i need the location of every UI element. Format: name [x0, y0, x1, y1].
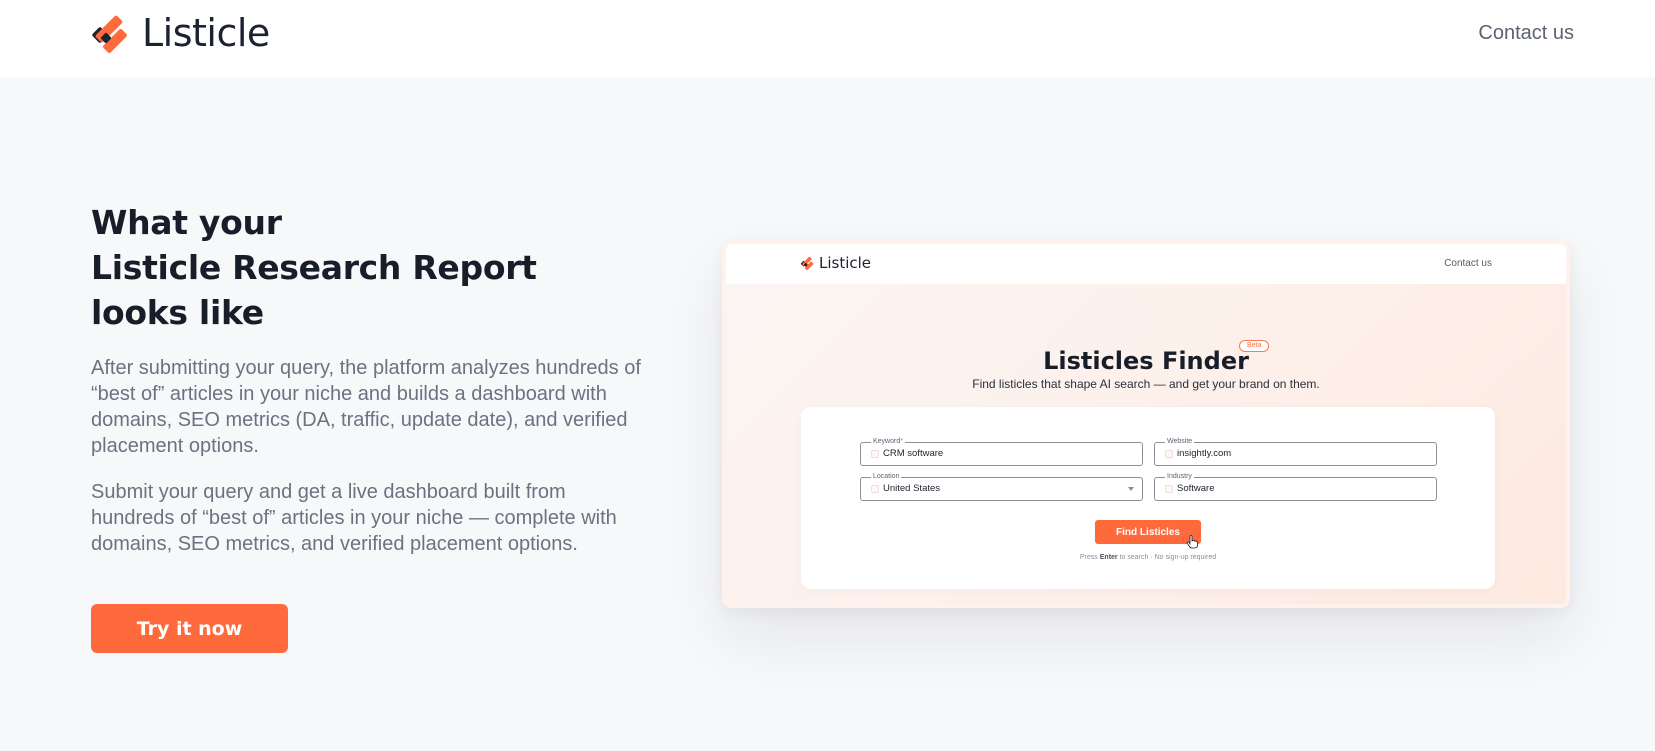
hint-enter-key: Enter — [1099, 554, 1118, 561]
website-value: insightly.com — [1177, 448, 1232, 459]
preview-brand-name: Listicle — [819, 254, 872, 272]
hint-prefix: Press — [1079, 554, 1098, 561]
field-icon — [871, 485, 879, 493]
preview-page-title: Listicles Finder — [1043, 347, 1249, 375]
chevron-down-icon — [1128, 487, 1134, 491]
listicle-logo-icon — [92, 15, 127, 53]
brand-logo-link[interactable]: Listicle — [90, 12, 270, 54]
contact-us-link[interactable]: Contact us — [1478, 20, 1574, 46]
keyword-field: Keyword* CRM software — [860, 437, 1143, 466]
hero-title-line: Listicle Research Report — [91, 248, 537, 287]
preview-navbar: Listicle Contact us — [726, 244, 1566, 284]
report-preview-screenshot: Listicle Contact us Listicles Finder Bet… — [722, 240, 1570, 608]
required-mark: * — [900, 438, 903, 445]
search-hint: Press Enter to search · No sign-up requi… — [801, 553, 1495, 562]
keyword-label: Keyword* — [871, 437, 905, 446]
preview-subtitle: Find listicles that shape AI search — an… — [972, 377, 1320, 391]
website-label: Website — [1165, 437, 1195, 446]
try-it-now-button[interactable]: Try it now — [91, 604, 288, 653]
keyword-label-text: Keyword — [873, 438, 901, 445]
hint-suffix: to search · No sign-up required — [1119, 554, 1217, 561]
keyword-value: CRM software — [883, 448, 944, 459]
location-select: Location United States — [860, 472, 1143, 501]
website-field: Website insightly.com — [1154, 437, 1437, 466]
hero-description-2: Submit your query and get a live dashboa… — [91, 481, 617, 555]
hand-cursor-icon — [1186, 535, 1198, 549]
hero-title: What your Listicle Research Report looks… — [91, 200, 611, 335]
field-icon — [1165, 450, 1173, 458]
field-icon — [1165, 485, 1173, 493]
field-icon — [871, 450, 879, 458]
hero-title-line: What your — [91, 203, 282, 242]
location-label: Location — [871, 472, 902, 481]
preview-contact-link: Contact us — [1444, 258, 1492, 269]
industry-value: Software — [1177, 483, 1215, 494]
industry-label: Industry — [1165, 472, 1194, 481]
brand-name: Listicle — [142, 11, 270, 55]
industry-field: Industry Software — [1154, 472, 1437, 501]
search-form-card: Keyword* CRM software Website insightly.… — [801, 407, 1495, 589]
beta-badge: Beta — [1239, 340, 1270, 352]
location-value: United States — [883, 483, 941, 494]
hero-description-1: After submitting your query, the platfor… — [91, 357, 641, 457]
listicle-logo-icon — [800, 256, 814, 271]
top-navbar: Listicle Contact us — [0, 0, 1655, 77]
hero-title-line: looks like — [91, 293, 264, 332]
preview-brand: Listicle — [800, 254, 871, 272]
